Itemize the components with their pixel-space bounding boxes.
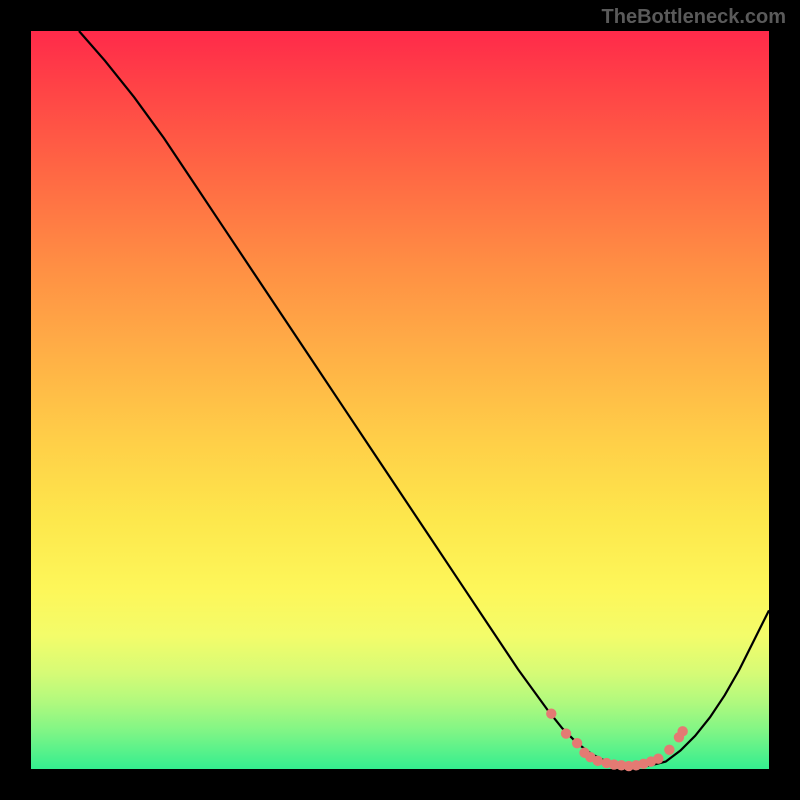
minimum-dot	[572, 738, 582, 748]
minimum-dot	[593, 756, 603, 766]
chart-plot-area	[31, 31, 769, 769]
minimum-dot	[561, 728, 571, 738]
minimum-dot	[546, 708, 556, 718]
curve-path	[79, 31, 769, 767]
minimum-dot	[677, 726, 687, 736]
bottleneck-curve-svg	[31, 31, 769, 769]
minimum-dot	[653, 753, 663, 763]
minimum-dot	[664, 745, 674, 755]
watermark-text: TheBottleneck.com	[602, 6, 786, 29]
